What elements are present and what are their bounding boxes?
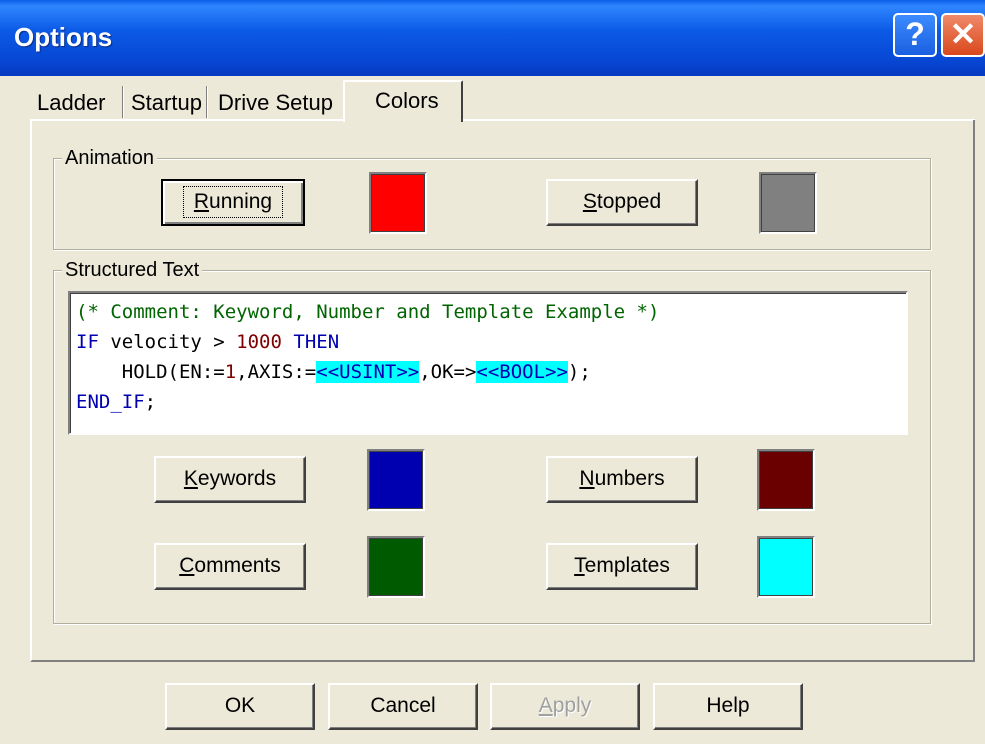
- options-dialog: Options ? ✕ Ladder Startup Drive Setup C…: [0, 0, 985, 744]
- tab-drive-setup[interactable]: Drive Setup: [218, 90, 333, 116]
- close-icon: ✕: [949, 16, 977, 52]
- keywords-color-fill: [369, 451, 423, 509]
- tab-startup[interactable]: Startup: [131, 90, 202, 116]
- keyword-if: IF: [76, 331, 99, 353]
- templates-color-fill: [759, 538, 813, 596]
- comments-label: Comments: [179, 554, 281, 577]
- numbers-label: Numbers: [579, 467, 665, 490]
- template-usint: <<USINT>>: [316, 361, 420, 383]
- structured-text-legend: Structured Text: [62, 259, 203, 282]
- animation-legend: Animation: [62, 147, 157, 170]
- numbers-color-swatch: [757, 449, 815, 511]
- close-button[interactable]: ✕: [941, 13, 985, 57]
- tab-ladder[interactable]: Ladder: [37, 90, 106, 116]
- code-text: velocity >: [98, 331, 237, 353]
- templates-color-swatch: [757, 536, 815, 598]
- number-literal: 1: [224, 361, 237, 383]
- tab-divider: [206, 86, 208, 118]
- stopped-color-swatch: [759, 172, 817, 234]
- help-icon: ?: [905, 16, 925, 52]
- templates-color-button[interactable]: Templates: [546, 543, 698, 590]
- help-title-button[interactable]: ?: [893, 13, 937, 57]
- cancel-button[interactable]: Cancel: [328, 683, 478, 730]
- numbers-color-button[interactable]: Numbers: [546, 456, 698, 503]
- number-literal: 1000: [236, 331, 282, 353]
- tab-divider: [122, 86, 124, 118]
- keyword-end-if: END_IF: [76, 391, 145, 413]
- apply-button[interactable]: Apply: [490, 683, 640, 730]
- stopped-label: Stopped: [582, 190, 662, 213]
- running-label: Running: [182, 186, 284, 218]
- code-text: HOLD(EN:=: [76, 361, 225, 383]
- comments-color-button[interactable]: Comments: [154, 543, 306, 590]
- help-button[interactable]: Help: [653, 683, 803, 730]
- stopped-color-fill: [761, 174, 815, 232]
- keyword-then: THEN: [281, 331, 340, 353]
- dialog-title: Options: [14, 22, 113, 52]
- comments-color-swatch: [367, 536, 425, 598]
- code-text: ;: [144, 391, 157, 413]
- running-color-swatch: [369, 172, 427, 234]
- ok-button[interactable]: OK: [165, 683, 315, 730]
- code-text: ,AXIS:=: [236, 361, 317, 383]
- code-text: );: [567, 361, 591, 383]
- code-text: ,OK=>: [419, 361, 477, 383]
- keywords-color-swatch: [367, 449, 425, 511]
- comments-color-fill: [369, 538, 423, 596]
- running-color-fill: [371, 174, 425, 232]
- running-color-button[interactable]: Running: [161, 179, 305, 226]
- structured-text-preview: (* Comment: Keyword, Number and Template…: [68, 291, 908, 435]
- template-bool: <<BOOL>>: [476, 361, 568, 383]
- comment-line: (* Comment: Keyword, Number and Template…: [76, 301, 660, 323]
- stopped-color-button[interactable]: Stopped: [546, 179, 698, 226]
- tab-colors-label: Colors: [375, 88, 439, 113]
- templates-label: Templates: [574, 554, 670, 577]
- keywords-label: Keywords: [183, 467, 277, 490]
- numbers-color-fill: [759, 451, 813, 509]
- tab-colors[interactable]: Colors: [343, 80, 463, 122]
- title-bar[interactable]: Options ? ✕: [0, 0, 985, 76]
- keywords-color-button[interactable]: Keywords: [154, 456, 306, 503]
